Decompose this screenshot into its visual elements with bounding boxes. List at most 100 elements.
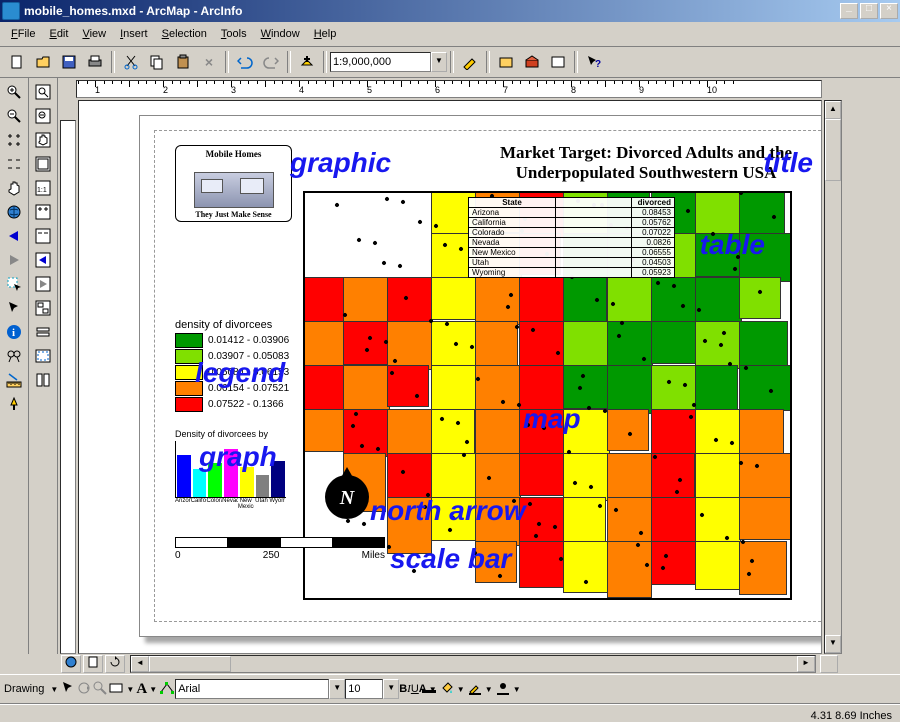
undo-icon[interactable] <box>233 50 257 74</box>
zoom-out-icon[interactable] <box>3 105 25 127</box>
select-elements-icon[interactable] <box>3 297 25 319</box>
toggle-draft-icon[interactable] <box>32 321 54 343</box>
layout-forward-icon[interactable] <box>32 273 54 295</box>
back-icon[interactable] <box>3 225 25 247</box>
print-icon[interactable] <box>83 50 107 74</box>
font-size-dropdown[interactable]: ▼ <box>383 679 399 699</box>
draw-shape-dropdown[interactable]: ▼ <box>124 685 136 694</box>
legend[interactable]: density of divorcees 0.01412 - 0.039060.… <box>175 319 289 413</box>
hyperlink-icon[interactable] <box>3 393 25 415</box>
editor-toolbar-icon[interactable] <box>458 50 482 74</box>
fixed-zoom-out-icon[interactable] <box>3 153 25 175</box>
scroll-right-icon[interactable]: ► <box>797 656 815 672</box>
vscroll-thumb[interactable] <box>825 119 841 181</box>
scale-bar[interactable]: 0 250 Miles <box>175 537 385 561</box>
horizontal-scrollbar[interactable]: ◄ ► <box>130 655 816 673</box>
whats-this-icon[interactable]: ? <box>582 50 606 74</box>
add-data-icon[interactable] <box>295 50 319 74</box>
menu-selection[interactable]: Selection <box>155 26 214 42</box>
paste-icon[interactable] <box>171 50 195 74</box>
menu-edit[interactable]: Edit <box>42 26 75 42</box>
pan-icon[interactable] <box>3 177 25 199</box>
arccatalog-icon[interactable] <box>494 50 518 74</box>
change-layout-icon[interactable] <box>32 369 54 391</box>
focus-data-frame-icon[interactable] <box>32 345 54 367</box>
line-color-button[interactable] <box>467 680 483 699</box>
layout-100-icon[interactable]: 1:1 <box>32 177 54 199</box>
scroll-up-icon[interactable]: ▲ <box>825 101 841 119</box>
minimize-button[interactable]: _ <box>840 3 858 19</box>
chart[interactable]: Density of divorcees by ArizonaCaliforni… <box>175 429 295 510</box>
fill-color-button[interactable] <box>439 680 455 699</box>
draw-select-icon[interactable] <box>60 680 76 699</box>
edit-vertices-icon[interactable] <box>159 680 175 699</box>
menu-tools[interactable]: Tools <box>214 26 254 42</box>
layout-fixed-out-icon[interactable] <box>32 225 54 247</box>
close-button[interactable]: × <box>880 3 898 19</box>
underline-button[interactable]: U <box>411 683 419 695</box>
font-size-input[interactable] <box>345 679 383 699</box>
layout-fixed-in-icon[interactable] <box>32 201 54 223</box>
open-icon[interactable] <box>31 50 55 74</box>
save-icon[interactable] <box>57 50 81 74</box>
font-name-dropdown[interactable]: ▼ <box>329 679 345 699</box>
north-arrow[interactable]: N <box>325 475 369 519</box>
title-bar: mobile_homes.mxd - ArcMap - ArcInfo _ □ … <box>0 0 900 22</box>
attribute-table[interactable]: StatedivorcedArizona0.08453California0.0… <box>468 197 675 278</box>
full-extent-icon[interactable] <box>3 201 25 223</box>
command-line-icon[interactable] <box>546 50 570 74</box>
menu-file[interactable]: FFileFile <box>4 26 42 42</box>
zoom-in-icon[interactable] <box>3 81 25 103</box>
data-view-tab[interactable] <box>61 655 81 673</box>
new-icon[interactable] <box>5 50 29 74</box>
line-color-dropdown[interactable]: ▼ <box>483 685 495 694</box>
identify-icon[interactable]: i <box>3 321 25 343</box>
arctoolbox-icon[interactable] <box>520 50 544 74</box>
draw-zoom-icon[interactable] <box>92 680 108 699</box>
layout-pan-icon[interactable] <box>32 129 54 151</box>
select-features-icon[interactable] <box>3 273 25 295</box>
marker-color-button[interactable] <box>495 680 511 699</box>
copy-icon[interactable] <box>145 50 169 74</box>
hscroll-thumb[interactable] <box>149 656 231 672</box>
find-icon[interactable] <box>3 345 25 367</box>
point-feature <box>400 199 406 205</box>
menu-window[interactable]: Window <box>254 26 307 42</box>
measure-icon[interactable] <box>3 369 25 391</box>
map-scale-input[interactable] <box>330 52 431 72</box>
drawing-menu-dropdown[interactable]: ▼ <box>48 685 60 694</box>
font-name-input[interactable] <box>175 679 329 699</box>
fill-color-dropdown[interactable]: ▼ <box>455 685 467 694</box>
maximize-button[interactable]: □ <box>860 3 878 19</box>
layout-percent-icon[interactable] <box>32 297 54 319</box>
scroll-left-icon[interactable]: ◄ <box>131 656 149 672</box>
layout-canvas[interactable]: Mobile Homes They Just Make Sense Market… <box>78 100 822 654</box>
menu-insert[interactable]: Insert <box>113 26 155 42</box>
draw-rotate-icon[interactable] <box>76 680 92 699</box>
layout-whole-page-icon[interactable] <box>32 153 54 175</box>
draw-rectangle-icon[interactable] <box>108 680 124 699</box>
marker-color-dropdown[interactable]: ▼ <box>511 685 523 694</box>
layout-zoom-in-icon[interactable] <box>32 81 54 103</box>
font-color-button[interactable]: A <box>419 683 427 695</box>
map-scale-dropdown[interactable]: ▼ <box>431 52 447 72</box>
scroll-down-icon[interactable]: ▼ <box>825 635 841 653</box>
layout-back-icon[interactable] <box>32 249 54 271</box>
menu-help[interactable]: Help <box>307 26 344 42</box>
refresh-view-icon[interactable] <box>105 655 125 673</box>
layout-view-tab[interactable] <box>83 655 103 673</box>
status-bar: 4.31 8.69 Inches <box>0 704 900 722</box>
draw-text-dropdown[interactable]: ▼ <box>147 685 159 694</box>
draw-text-icon[interactable]: A <box>136 681 147 698</box>
delete-icon[interactable]: × <box>197 50 221 74</box>
graphic-frame[interactable]: Mobile Homes They Just Make Sense <box>175 145 292 222</box>
layout-title[interactable]: Market Target: Divorced Adults and the U… <box>481 143 811 183</box>
cut-icon[interactable] <box>119 50 143 74</box>
fixed-zoom-in-icon[interactable] <box>3 129 25 151</box>
forward-icon[interactable] <box>3 249 25 271</box>
vertical-scrollbar[interactable]: ▲ ▼ <box>824 100 842 654</box>
bold-button[interactable]: B <box>399 683 407 695</box>
layout-zoom-out-icon[interactable] <box>32 105 54 127</box>
redo-icon[interactable] <box>259 50 283 74</box>
menu-view[interactable]: View <box>75 26 113 42</box>
